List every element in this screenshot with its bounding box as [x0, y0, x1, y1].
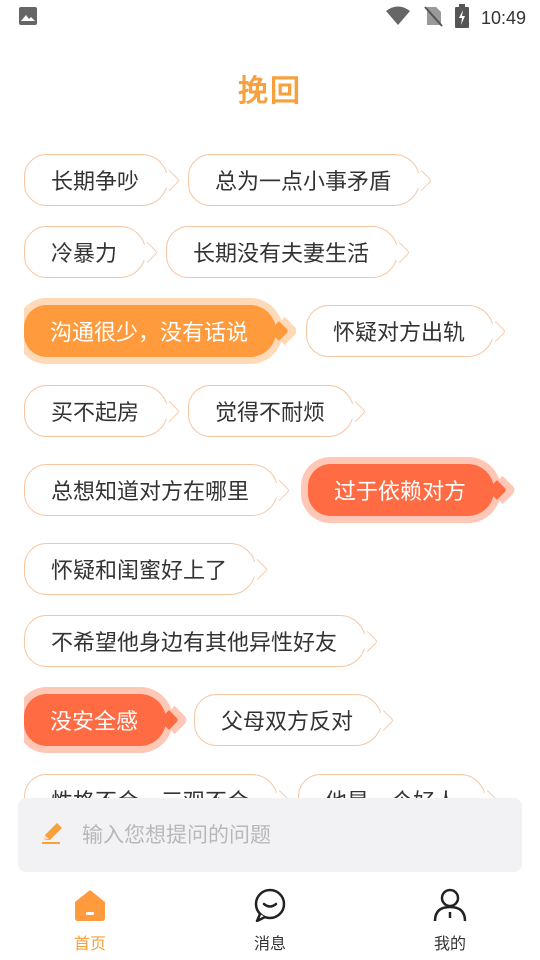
no-sim-icon — [423, 5, 443, 31]
tag-item[interactable]: 觉得不耐烦 — [188, 385, 355, 437]
tag-cloud: 长期争吵 总为一点小事矛盾 冷暴力 长期没有夫妻生活 沟通很少，没有话说 怀疑对… — [24, 152, 524, 798]
tab-home-label: 首页 — [73, 934, 106, 953]
ask-bar[interactable] — [18, 798, 522, 872]
tag-item[interactable]: 不希望他身边有其他异性好友 — [24, 615, 367, 667]
battery-charging-icon — [454, 4, 469, 32]
tag-item[interactable]: 性格不合，三观不合 — [24, 774, 279, 798]
home-icon — [72, 888, 108, 926]
message-icon — [252, 888, 288, 926]
bottom-tab-bar: 首页 消息 我的 — [0, 880, 540, 960]
gallery-notification-icon — [18, 6, 38, 30]
tag-item-selected[interactable]: 沟通很少，没有话说 — [24, 305, 277, 357]
tag-item[interactable]: 总为一点小事矛盾 — [188, 154, 421, 206]
tag-item[interactable]: 买不起房 — [24, 385, 169, 437]
page-title: 挽回 — [238, 74, 302, 109]
tag-item[interactable]: 怀疑和闺蜜好上了 — [24, 543, 257, 595]
tag-item[interactable]: 长期没有夫妻生活 — [166, 226, 399, 278]
profile-icon — [432, 888, 468, 926]
status-bar: 10:49 — [0, 0, 540, 36]
tag-item[interactable]: 冷暴力 — [24, 226, 147, 278]
tag-item[interactable]: 他是一个好人 — [298, 774, 487, 798]
question-input[interactable] — [82, 823, 482, 847]
tab-home[interactable]: 首页 — [0, 880, 180, 960]
pencil-icon — [40, 820, 66, 850]
tab-profile-label: 我的 — [433, 934, 466, 953]
tag-item[interactable]: 长期争吵 — [24, 154, 169, 206]
wifi-icon — [385, 6, 411, 30]
tag-item[interactable]: 怀疑对方出轨 — [306, 305, 495, 357]
tab-messages-label: 消息 — [253, 934, 286, 953]
tab-profile[interactable]: 我的 — [360, 880, 540, 960]
tab-messages[interactable]: 消息 — [180, 880, 360, 960]
status-time: 10:49 — [480, 7, 526, 28]
tag-item[interactable]: 总想知道对方在哪里 — [24, 464, 279, 516]
tag-item[interactable]: 父母双方反对 — [194, 694, 383, 746]
tag-item-selected[interactable]: 没安全感 — [24, 694, 167, 746]
tag-item-selected[interactable]: 过于依赖对方 — [308, 464, 495, 516]
